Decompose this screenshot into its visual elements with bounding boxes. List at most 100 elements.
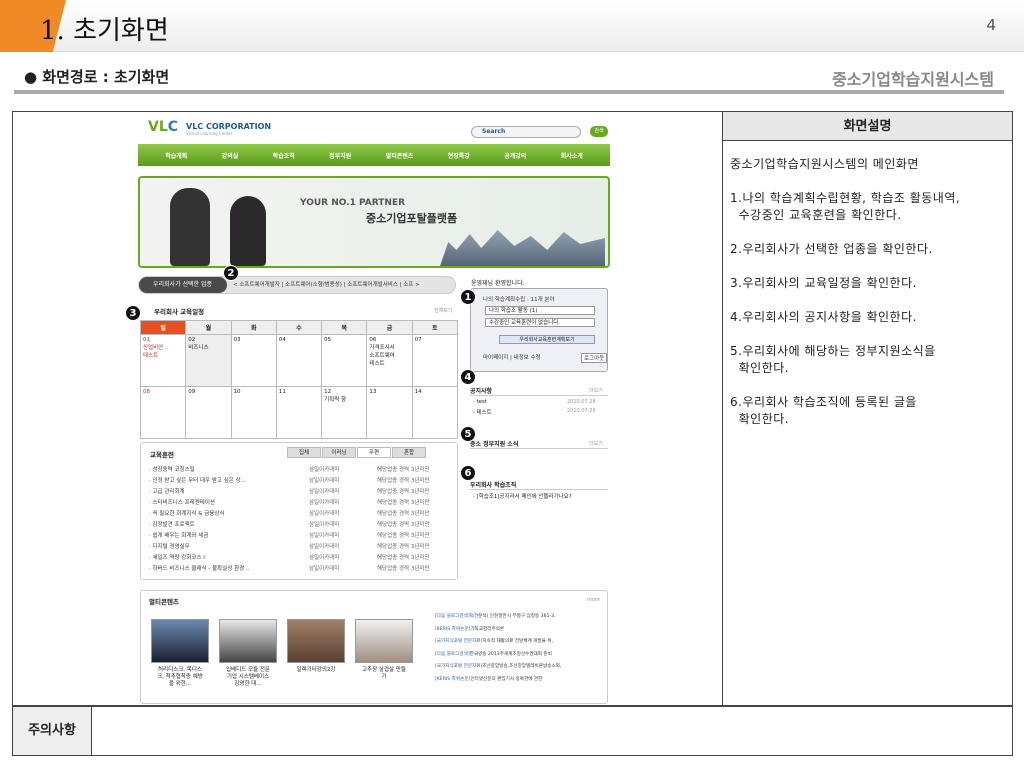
training-tab[interactable]: 이러닝 bbox=[322, 447, 356, 458]
notice-date: 2010.07.28 bbox=[567, 399, 596, 405]
multicontent-more-link[interactable]: more bbox=[587, 597, 600, 603]
training-row[interactable]: · 스타비즈니스 프레젠테이션 삼일이카데미 해당업종 경력 3년미만 bbox=[149, 498, 430, 506]
training-row[interactable]: · 인정 받고 싶은 무터 대우 받고 싶은 상... 삼일이카데미 해당업종 경력… bbox=[149, 476, 430, 484]
calendar-cell[interactable]: 02 비즈니스 bbox=[185, 334, 232, 387]
nav-item[interactable]: 현장특강 bbox=[448, 151, 470, 160]
calendar-day-header: 일 bbox=[139, 320, 187, 335]
training-row[interactable]: · 세일즈 역량 강화코스 I 삼일이카데미 해당업종 경력 3년미만 bbox=[149, 553, 430, 561]
training-row[interactable]: · 하버드 비즈니스 클래식 - 불확실성 환경 .. 삼일이카데미 해당업종 경력… bbox=[149, 564, 430, 572]
news-text[interactable]: 지속적 재활의료 전달체계 개발을 위, bbox=[482, 639, 553, 644]
training-row[interactable]: · 쉽게 배우는 회계와 세금 삼일이카데미 해당업종 경력 3년미만 bbox=[149, 531, 430, 539]
gov-news-title: 중소 정부지원 소식 bbox=[470, 441, 519, 448]
training-row[interactable]: · 성장동력 코칭스킬 삼일이카데미 해당업종 경력 3년미만 bbox=[149, 465, 430, 473]
video-thumbnail[interactable] bbox=[151, 619, 209, 663]
training-name[interactable]: · 디지털 경영실무 bbox=[149, 544, 190, 550]
search-input[interactable]: Search bbox=[471, 126, 581, 138]
notice-item[interactable]: · test bbox=[473, 399, 487, 405]
training-row[interactable]: · 감정발견 프로젝트 삼일이카데미 해당업종 경력 3년미만 bbox=[149, 520, 430, 528]
column-divider bbox=[722, 111, 723, 706]
study-group-select[interactable]: 나의 학습조 활동 (1) bbox=[485, 306, 595, 315]
nav-item[interactable]: 정부지원 bbox=[329, 151, 351, 160]
training-tab[interactable]: 우편 bbox=[357, 447, 391, 458]
nav-item[interactable]: 강의실 bbox=[222, 151, 239, 160]
news-text[interactable]: 인터넷신문의 편집기사 중복관에 관한 bbox=[470, 677, 542, 682]
calendar-cell[interactable]: 05 bbox=[321, 334, 368, 387]
nav-item[interactable]: 학습계획 bbox=[165, 151, 187, 160]
nav-item[interactable]: 공개강의 bbox=[504, 151, 526, 160]
calendar-cell[interactable]: 11 bbox=[275, 386, 323, 439]
video-thumbnail[interactable] bbox=[355, 619, 413, 663]
plan-status[interactable]: 나의 학습계획수립 : 11개 분야 bbox=[483, 295, 555, 303]
nav-item[interactable]: 멀티콘텐츠 bbox=[386, 151, 414, 160]
training-name[interactable]: · 세일즈 역량 강화코스 I bbox=[149, 555, 205, 561]
news-text[interactable]: 한국방송 2013주세계조정선수권대회 준비 bbox=[470, 652, 552, 657]
video-caption[interactable]: 고추장 삼겹살 만들 기 bbox=[353, 667, 415, 681]
training-name[interactable]: · 쉽게 배우는 회계와 세금 bbox=[149, 533, 208, 539]
news-text[interactable]: 덕건분석) 인천항만시 부평구 십정동 361-3, bbox=[470, 614, 556, 619]
training-tab[interactable]: 집체 bbox=[287, 447, 321, 458]
news-text[interactable]: 조선중앙방송,조선중앙텔레비죤방송소외, bbox=[482, 664, 561, 669]
training-name[interactable]: · 고급 관리회계 bbox=[149, 489, 185, 495]
notes-label: 주의사항 bbox=[13, 707, 92, 755]
gov-more-link[interactable]: 더보기 bbox=[589, 440, 603, 447]
calendar-cell[interactable]: 06 가격조사서 소프트웨어 테스트 bbox=[366, 334, 413, 387]
training-name[interactable]: · 꼭 필요한 회계지식 & 금융상식 bbox=[149, 511, 225, 517]
video-caption[interactable]: 허리디스크, 목디스 크, 척추협착증 예방 을 위한... bbox=[149, 667, 211, 688]
calendar-cell[interactable]: 07 bbox=[411, 334, 459, 387]
training-name[interactable]: · 하버드 비즈니스 클래식 - 불확실성 환경 .. bbox=[149, 566, 249, 572]
training-plan-button[interactable]: 우리회사교육훈련계획보기 bbox=[499, 335, 595, 344]
video-caption[interactable]: 입베디드 모듈 전문 기업 시스템베이스 김영한 대... bbox=[217, 667, 279, 688]
video-thumbnail[interactable] bbox=[219, 619, 277, 663]
calendar-cell[interactable]: 01 산업비안 .. 테스트 bbox=[139, 334, 187, 387]
mypage-link[interactable]: 마이페이지 | 내정보 수정 bbox=[483, 353, 541, 361]
news-item[interactable]: [KERIS 학위논문]인터넷신문의 편집기사 중복관에 관한 bbox=[435, 676, 542, 682]
industry-list[interactable]: < 소프트웨어개발자 | 소프트웨어(소형/범용성) | 소프트웨어개발서비스 … bbox=[233, 277, 420, 293]
training-provider: 삼일이카데미 bbox=[309, 500, 340, 506]
video-caption[interactable]: 일렉기타강의2강 bbox=[285, 667, 347, 674]
main-nav: 학습계획 강의실 학습조직 정부지원 멀티콘텐츠 현장특강 공개강의 회사소개 bbox=[138, 144, 610, 166]
schedule-more-link[interactable]: 전체보기 bbox=[434, 307, 452, 314]
training-target: 해당업종 경력 3년미만 bbox=[377, 533, 430, 539]
news-item[interactable]: [KERIS 학위논문]기독교합리주의론 bbox=[435, 626, 504, 632]
training-provider: 삼일이카데미 bbox=[309, 478, 340, 484]
training-title: 교육훈련 bbox=[150, 451, 174, 459]
training-tab[interactable]: 혼합 bbox=[392, 447, 426, 458]
logout-button[interactable]: 로그아웃 bbox=[581, 353, 608, 363]
training-name[interactable]: · 성장동력 코칭스킬 bbox=[149, 467, 195, 473]
calendar-cell[interactable]: 13 bbox=[366, 386, 413, 439]
training-name[interactable]: · 인정 받고 싶은 무터 대우 받고 싶은 상... bbox=[149, 478, 246, 484]
training-name[interactable]: · 감정발견 프로젝트 bbox=[149, 522, 195, 528]
notice-more-link[interactable]: 더보기 bbox=[589, 387, 603, 394]
news-item[interactable]: [국가지식포털 전문자료]조선중앙방송,조선중앙텔레비죤방송소외, bbox=[435, 663, 561, 669]
training-row[interactable]: · 고급 관리회계 삼일이카데미 해당업종 경력 3년미만 bbox=[149, 487, 430, 495]
video-thumbnail[interactable] bbox=[287, 619, 345, 663]
calendar-cell[interactable]: 04 bbox=[275, 334, 323, 387]
calendar-cell[interactable]: 03 bbox=[230, 334, 277, 387]
org-item[interactable]: · [학습조1]공지라서 메인에 안뜰라가나요? bbox=[473, 492, 572, 500]
news-source: [다음 블로그검색] bbox=[435, 614, 470, 619]
multicontent-box: 멀티콘텐츠 more 허리디스크, 목디스 크, 척추협착증 예방 을 위한..… bbox=[140, 590, 608, 704]
news-item[interactable]: [다음 블로그검색]덕건분석) 인천항만시 부평구 십정동 361-3, bbox=[435, 613, 555, 619]
screen-path: ● 화면경로 : 초기화면 bbox=[24, 68, 170, 86]
notice-item[interactable]: · 테스트 bbox=[473, 408, 492, 416]
news-item[interactable]: [다음 블로그검색]한국방송 2013주세계조정선수권대회 준비 bbox=[435, 651, 552, 657]
training-provider: 삼일이카데미 bbox=[309, 522, 340, 528]
training-target: 해당업종 경력 3년미만 bbox=[377, 467, 430, 473]
calendar-cell[interactable]: 08 bbox=[139, 386, 187, 439]
news-text[interactable]: 기독교합리주의론 bbox=[470, 627, 504, 632]
nav-item[interactable]: 회사소개 bbox=[561, 151, 583, 160]
news-item[interactable]: [국가지식포털 전문자료]지속적 재활의료 전달체계 개발을 위, bbox=[435, 638, 553, 644]
calendar-cell[interactable]: 10 bbox=[230, 386, 277, 439]
calendar-cell[interactable]: 09 bbox=[185, 386, 232, 439]
search-button[interactable]: 검색 bbox=[590, 126, 608, 137]
calendar-cell[interactable]: 12 기획력 향 bbox=[321, 386, 368, 439]
course-select[interactable]: 수강중인 교육훈련이 없습니다. bbox=[485, 318, 595, 327]
training-row[interactable]: · 꼭 필요한 회계지식 & 금융상식 삼일이카데미 해당업종 경력 3년미만 bbox=[149, 509, 430, 517]
training-name[interactable]: · 스타비즈니스 프레젠테이션 bbox=[149, 500, 215, 506]
banner-tagline: YOUR NO.1 PARTNER bbox=[300, 198, 406, 208]
nav-item[interactable]: 학습조직 bbox=[273, 151, 295, 160]
calendar-cell[interactable]: 14 bbox=[411, 386, 459, 439]
slide-header: 1. 초기화면 4 bbox=[0, 0, 1024, 52]
training-target: 해당업종 경력 3년미만 bbox=[377, 566, 430, 572]
training-row[interactable]: · 디지털 경영실무 삼일이카데미 해당업종 경력 3년미만 bbox=[149, 542, 430, 550]
